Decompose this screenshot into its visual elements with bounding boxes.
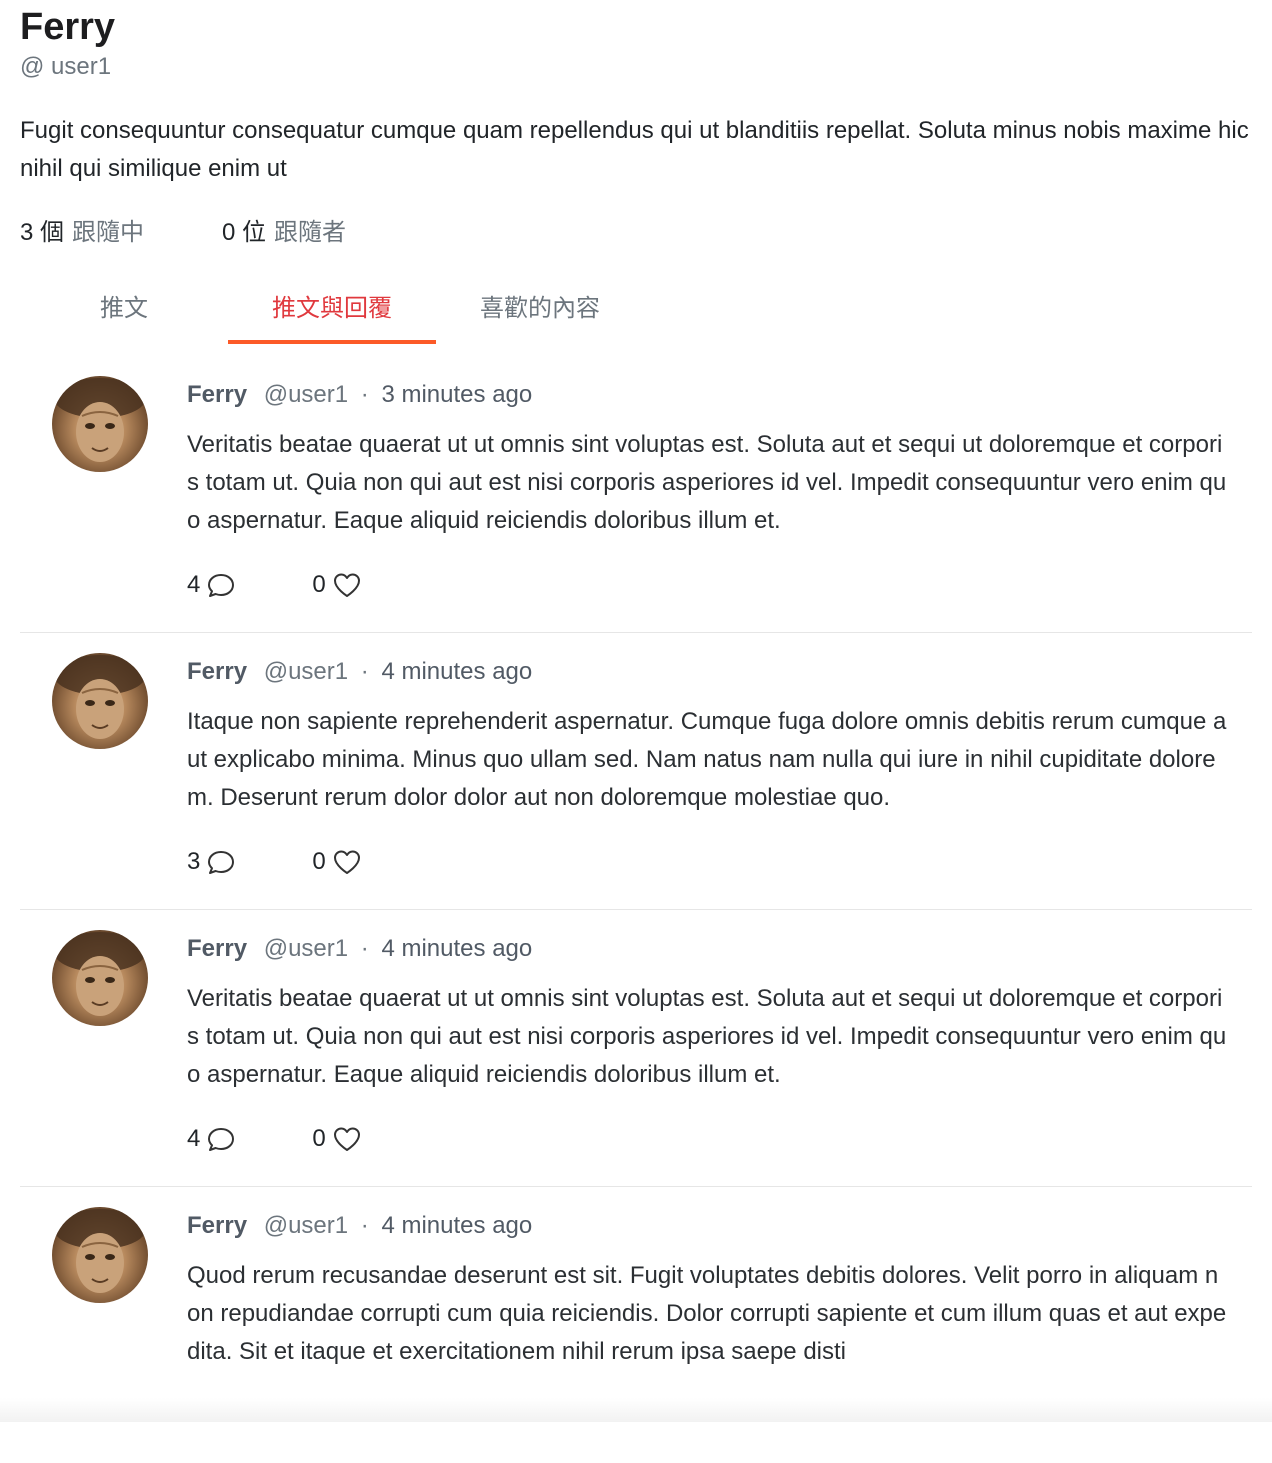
tweet-meta: Ferry @user1 · 4 minutes ago — [187, 653, 1227, 691]
tab-tweets[interactable]: 推文 — [20, 278, 228, 344]
tweet-item[interactable]: Ferry @user1 · 3 minutes ago Veritatis b… — [20, 356, 1252, 633]
bottom-fade — [0, 1398, 1272, 1422]
reply-button[interactable]: 4 — [187, 1124, 236, 1154]
tweet-timestamp: 4 minutes ago — [381, 658, 532, 685]
followers-label: 跟隨者 — [274, 216, 346, 250]
like-count: 0 — [312, 1125, 325, 1153]
heart-icon — [332, 847, 362, 877]
tweet-meta: Ferry @user1 · 3 minutes ago — [187, 376, 1227, 414]
reply-button[interactable]: 4 — [187, 570, 236, 600]
tweet-author-name[interactable]: Ferry — [187, 658, 247, 685]
like-button[interactable]: 0 — [312, 570, 361, 600]
tweet-content: Ferry @user1 · 3 minutes ago Veritatis b… — [187, 356, 1227, 632]
reply-count: 3 — [187, 848, 200, 876]
following-count: 3 個 — [20, 216, 64, 250]
heart-icon — [332, 1124, 362, 1154]
reply-button[interactable]: 3 — [187, 847, 236, 877]
following-stat[interactable]: 3 個 跟隨中 — [20, 216, 144, 250]
tweet-content: Ferry @user1 · 4 minutes ago Veritatis b… — [187, 910, 1227, 1186]
tweet-body: Itaque non sapiente reprehenderit aspern… — [187, 703, 1227, 817]
profile-bio: Fugit consequuntur consequatur cumque qu… — [20, 112, 1256, 188]
tweet-author-handle[interactable]: @user1 — [264, 658, 348, 685]
tab-likes[interactable]: 喜歡的內容 — [436, 278, 644, 344]
tweet-author-name[interactable]: Ferry — [187, 935, 247, 962]
avatar[interactable] — [52, 930, 148, 1026]
tweet-meta: Ferry @user1 · 4 minutes ago — [187, 930, 1227, 968]
meta-separator: · — [361, 1212, 369, 1239]
profile-tabs: 推文 推文與回覆 喜歡的內容 — [20, 278, 644, 344]
tweet-body: Veritatis beatae quaerat ut ut omnis sin… — [187, 426, 1227, 540]
meta-separator: · — [361, 381, 369, 408]
tweet-body: Veritatis beatae quaerat ut ut omnis sin… — [187, 980, 1227, 1094]
tweet-content: Ferry @user1 · 4 minutes ago Itaque non … — [187, 633, 1227, 909]
following-label: 跟隨中 — [72, 216, 144, 250]
tweet-body: Quod rerum recusandae deserunt est sit. … — [187, 1257, 1227, 1371]
profile-stats: 3 個 跟隨中 0 位 跟隨者 — [20, 216, 346, 250]
reply-count: 4 — [187, 1125, 200, 1153]
tweet-author-name[interactable]: Ferry — [187, 1212, 247, 1239]
avatar[interactable] — [52, 653, 148, 749]
heart-icon — [332, 570, 362, 600]
tweet-actions: 4 0 — [187, 1122, 1227, 1156]
tweet-author-handle[interactable]: @user1 — [264, 935, 348, 962]
like-button[interactable]: 0 — [312, 1124, 361, 1154]
profile-name: Ferry — [20, 4, 115, 50]
meta-separator: · — [361, 935, 369, 962]
meta-separator: · — [361, 658, 369, 685]
tweet-author-name[interactable]: Ferry — [187, 381, 247, 408]
tweet-item[interactable]: Ferry @user1 · 4 minutes ago Itaque non … — [20, 633, 1252, 910]
followers-stat[interactable]: 0 位 跟隨者 — [222, 216, 346, 250]
tweet-actions: 4 0 — [187, 568, 1227, 602]
tweet-author-handle[interactable]: @user1 — [264, 1212, 348, 1239]
avatar[interactable] — [52, 376, 148, 472]
like-count: 0 — [312, 571, 325, 599]
comment-icon — [206, 847, 236, 877]
tweet-author-handle[interactable]: @user1 — [264, 381, 348, 408]
tweet-actions: 3 0 — [187, 845, 1227, 879]
reply-count: 4 — [187, 571, 200, 599]
like-button[interactable]: 0 — [312, 847, 361, 877]
comment-icon — [206, 1124, 236, 1154]
comment-icon — [206, 570, 236, 600]
tweet-feed: Ferry @user1 · 3 minutes ago Veritatis b… — [20, 356, 1252, 1463]
tweet-timestamp: 3 minutes ago — [381, 381, 532, 408]
followers-count: 0 位 — [222, 216, 266, 250]
tab-tweets-and-replies[interactable]: 推文與回覆 — [228, 278, 436, 344]
tweet-timestamp: 4 minutes ago — [381, 935, 532, 962]
like-count: 0 — [312, 848, 325, 876]
tweet-item[interactable]: Ferry @user1 · 4 minutes ago Veritatis b… — [20, 910, 1252, 1187]
profile-handle: @ user1 — [20, 52, 111, 82]
tweet-meta: Ferry @user1 · 4 minutes ago — [187, 1207, 1227, 1245]
avatar[interactable] — [52, 1207, 148, 1303]
tweet-timestamp: 4 minutes ago — [381, 1212, 532, 1239]
